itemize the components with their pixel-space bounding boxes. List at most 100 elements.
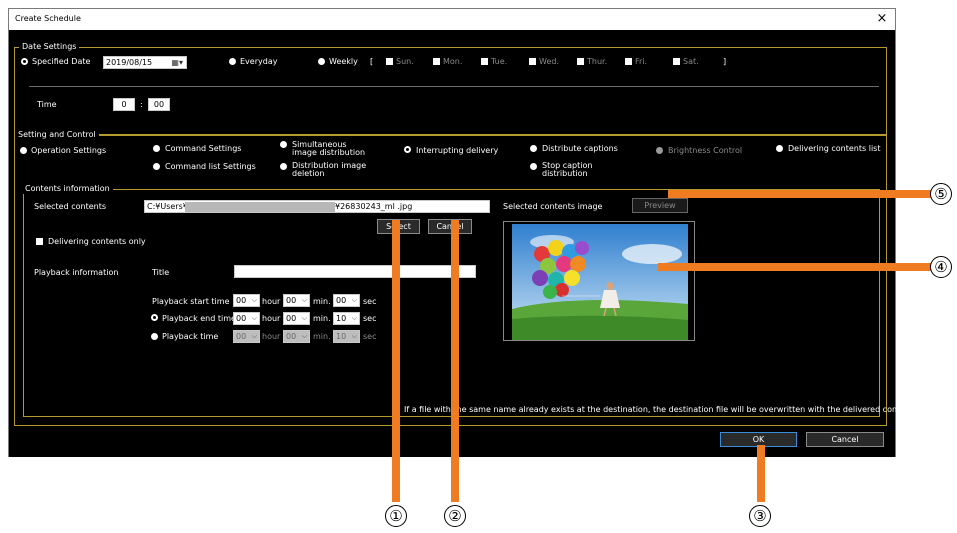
- chevron-down-icon: ⌵: [351, 332, 357, 340]
- day-checkbox-fri[interactable]: [625, 58, 632, 65]
- overwrite-note: If a file with the same name already exi…: [404, 405, 921, 414]
- start-sec-value: 00: [336, 296, 347, 305]
- weekly-bracket-open: [: [370, 57, 374, 66]
- end-hour-unit: hour: [262, 314, 281, 323]
- everyday-radio[interactable]: [229, 58, 236, 65]
- selected-contents-path: C:¥Users¥ ¥26830243_ml .jpg: [144, 200, 490, 213]
- title-bar: Create Schedule ×: [9, 9, 895, 29]
- chevron-down-icon: ⌵: [251, 332, 257, 340]
- day-checkbox-sat[interactable]: [673, 58, 680, 65]
- balloon-photo-image: [512, 224, 688, 340]
- start-time-label: Playback start time: [152, 297, 230, 306]
- chevron-down-icon: ⌵: [301, 332, 307, 340]
- callout-line-2: [451, 220, 459, 502]
- day-label-mon: Mon.: [443, 57, 463, 66]
- stop-caption-radio[interactable]: [530, 163, 537, 170]
- specified-date-label: Specified Date: [32, 57, 91, 66]
- ptime-hour-unit: hour: [262, 332, 281, 341]
- ptime-min-select: 00 ⌵: [283, 330, 310, 343]
- chevron-down-icon: ⌵: [351, 296, 357, 304]
- calendar-icon[interactable]: ▦▾: [171, 57, 183, 68]
- start-sec-select[interactable]: 00 ⌵: [333, 294, 360, 307]
- start-hour-select[interactable]: 00 ⌵: [233, 294, 260, 307]
- callout-number-4: ④: [930, 256, 952, 278]
- playback-time-radio[interactable]: [151, 333, 158, 340]
- interrupting-delivery-label: Interrupting delivery: [416, 146, 499, 155]
- start-min-value: 00: [286, 296, 297, 305]
- distribute-captions-radio[interactable]: [530, 145, 537, 152]
- ptime-min-value: 00: [286, 332, 297, 341]
- contents-info-label: Contents information: [22, 184, 113, 194]
- weekly-bracket-close: ]: [723, 57, 727, 66]
- specified-date-radio[interactable]: [21, 58, 28, 65]
- time-separator: :: [140, 100, 143, 109]
- callout-line-4: [658, 263, 934, 271]
- start-min-select[interactable]: 00 ⌵: [283, 294, 310, 307]
- end-sec-value: 10: [336, 314, 347, 323]
- callout-number-2: ②: [444, 505, 466, 527]
- date-value: 2019/08/15: [106, 58, 153, 67]
- operation-settings-radio[interactable]: [20, 147, 27, 154]
- date-picker[interactable]: 2019/08/15 ▦▾: [103, 56, 187, 69]
- ptime-sec-unit: sec: [363, 332, 377, 341]
- end-time-radio[interactable]: [151, 314, 158, 321]
- footer-cancel-button[interactable]: Cancel: [806, 432, 884, 447]
- simultaneous-distribution-radio[interactable]: [280, 141, 287, 148]
- start-min-unit: min.: [313, 297, 331, 306]
- start-hour-value: 00: [236, 296, 247, 305]
- day-label-thur: Thur.: [587, 57, 608, 66]
- command-settings-radio[interactable]: [153, 145, 160, 152]
- time-minute-input[interactable]: 00: [148, 98, 170, 111]
- distribution-deletion-radio[interactable]: [280, 163, 287, 170]
- day-label-sun: Sun.: [396, 57, 414, 66]
- day-checkbox-thur[interactable]: [577, 58, 584, 65]
- date-settings-group: Date Settings Specified Date 2019/08/15 …: [14, 42, 887, 135]
- interrupting-delivery-radio[interactable]: [404, 146, 411, 153]
- chevron-down-icon: ⌵: [351, 314, 357, 322]
- select-cancel-button[interactable]: Cancel: [428, 219, 472, 234]
- command-list-settings-radio[interactable]: [153, 163, 160, 170]
- day-checkbox-tue[interactable]: [481, 58, 488, 65]
- simultaneous-label-2: image distribution: [292, 148, 366, 157]
- ptime-sec-select: 10 ⌵: [333, 330, 360, 343]
- day-label-wed: Wed.: [539, 57, 559, 66]
- end-min-select[interactable]: 00 ⌵: [283, 312, 310, 325]
- title-input[interactable]: [234, 265, 476, 278]
- operation-settings-label: Operation Settings: [31, 146, 107, 155]
- day-checkbox-wed[interactable]: [529, 58, 536, 65]
- end-hour-select[interactable]: 00 ⌵: [233, 312, 260, 325]
- playback-time-label: Playback time: [162, 332, 219, 341]
- callout-line-3: [757, 445, 765, 502]
- callout-number-1: ①: [385, 505, 407, 527]
- day-checkbox-sun[interactable]: [386, 58, 393, 65]
- preview-button[interactable]: Preview: [632, 198, 688, 213]
- start-hour-unit: hour: [262, 297, 281, 306]
- playback-info-label: Playback information: [34, 268, 119, 277]
- time-hour-input[interactable]: 0: [113, 98, 135, 111]
- weekly-label: Weekly: [329, 57, 358, 66]
- day-label-fri: Fri.: [635, 57, 648, 66]
- callout-number-3: ③: [749, 505, 771, 527]
- brightness-control-radio: [656, 147, 663, 154]
- callout-line-1: [392, 220, 400, 502]
- ptime-min-unit: min.: [313, 332, 331, 341]
- day-checkbox-mon[interactable]: [433, 58, 440, 65]
- close-icon[interactable]: ×: [873, 10, 891, 28]
- selected-contents-label: Selected contents: [34, 202, 107, 211]
- command-list-settings-label: Command list Settings: [165, 162, 256, 171]
- chevron-down-icon: ⌵: [301, 296, 307, 304]
- delivering-only-checkbox[interactable]: [36, 238, 43, 245]
- chevron-down-icon: ⌵: [251, 314, 257, 322]
- end-sec-select[interactable]: 10 ⌵: [333, 312, 360, 325]
- end-time-label: Playback end time: [162, 314, 236, 323]
- path-suffix: ¥26830243_ml .jpg: [335, 202, 413, 211]
- weekly-radio[interactable]: [318, 58, 325, 65]
- end-min-value: 00: [286, 314, 297, 323]
- ptime-hour-select: 00 ⌵: [233, 330, 260, 343]
- day-label-tue: Tue.: [491, 57, 508, 66]
- callout-number-5: ⑤: [930, 183, 952, 205]
- command-settings-label: Command Settings: [165, 144, 242, 153]
- end-hour-value: 00: [236, 314, 247, 323]
- path-prefix: C:¥Users¥: [147, 202, 188, 211]
- delivering-contents-list-radio[interactable]: [776, 145, 783, 152]
